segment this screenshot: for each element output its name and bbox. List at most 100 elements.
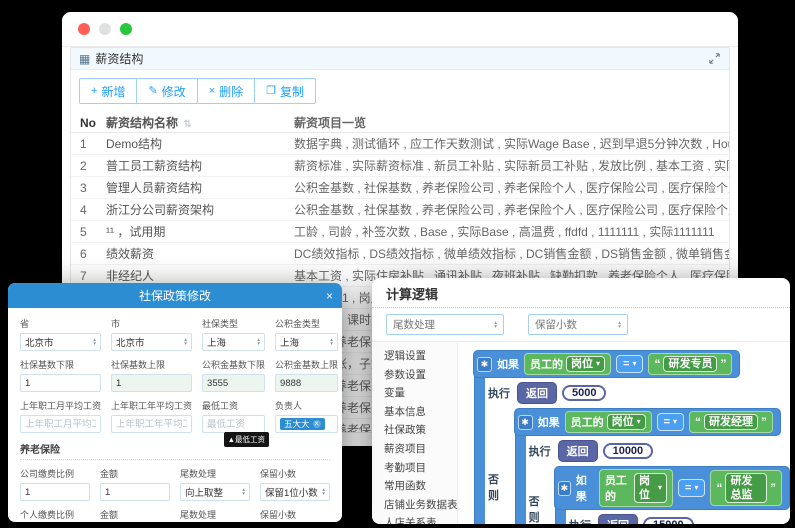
string-block[interactable]: “ 研发专员 ”	[648, 353, 732, 375]
select-value: 上海	[280, 335, 299, 349]
select-value: 上海	[207, 335, 226, 349]
input-社保基数上限[interactable]	[116, 378, 187, 389]
sidebar-item-考勤项目[interactable]: 考勤项目	[384, 459, 457, 478]
else-row: 否则 ✱ 如果 员工的 岗位 ▾ = ▾ “ 研发总监 ”	[529, 466, 790, 524]
blockly-canvas[interactable]: ✱ 如果 员工的 岗位 ▾ = ▾ “ 研发专员 ” 执行	[458, 342, 790, 524]
return-block[interactable]: 返回 10000	[558, 440, 654, 462]
employee-field-block[interactable]: 员工的 岗位 ▾	[565, 411, 652, 433]
form-cell: 社保基数下限	[20, 356, 101, 392]
close-window-button[interactable]	[78, 23, 90, 35]
input-社保基数下限[interactable]	[25, 378, 96, 389]
sort-icon[interactable]: ⇅	[183, 119, 191, 130]
sidebar-item-常用函数[interactable]: 常用函数	[384, 477, 457, 496]
panel-title: 薪资结构	[95, 50, 143, 67]
sidebar-item-变量[interactable]: 变量	[384, 384, 457, 403]
if-block[interactable]: ✱ 如果 员工的 岗位 ▾ = ▾ “ 研发经理 ” 执行	[515, 408, 790, 524]
field-label: 社保基数上限	[111, 358, 192, 371]
operator-block[interactable]: = ▾	[657, 413, 684, 431]
table-row[interactable]: 3 管理人员薪资结构 公积金基数 , 社保基数 , 养老保险公司 , 养老保险个…	[71, 177, 729, 199]
input-公司缴费比例[interactable]	[25, 487, 85, 498]
sidebar-item-基本信息[interactable]: 基本信息	[384, 403, 457, 422]
field-label: 省	[20, 317, 101, 330]
col-structure-name[interactable]: 薪资结构名称 ⇅	[106, 114, 294, 131]
select-公积金类型[interactable]: 上海▴▾	[275, 333, 338, 351]
input-上年职工年平均工资[interactable]	[116, 419, 187, 430]
row-no: 6	[71, 247, 106, 261]
table-row[interactable]: 1 Demo结构 数据字典 , 测试循环 , 应工作天数测试 , 实际Wage …	[71, 133, 729, 155]
operator-block[interactable]: = ▾	[678, 479, 705, 497]
operator-block[interactable]: = ▾	[616, 355, 643, 373]
return-value[interactable]: 10000	[603, 443, 654, 459]
string-field[interactable]: 研发总监	[725, 473, 767, 503]
tail-processing-select[interactable]: 尾数处理 ▴▾	[386, 314, 504, 335]
return-keyword: 返回	[558, 440, 598, 462]
modal-title: 社保政策修改	[139, 287, 211, 304]
sidebar-item-逻辑设置[interactable]: 逻辑设置	[384, 347, 457, 366]
close-icon: ×	[209, 86, 215, 97]
form-cell: 公积金基数下限	[202, 356, 265, 392]
employee-field-block[interactable]: 员工的 岗位 ▾	[524, 353, 611, 375]
if-block[interactable]: ✱ 如果 员工的 岗位 ▾ = ▾ “ 研发专员 ” 执行	[474, 350, 790, 524]
sidebar-item-店铺业务数据表[interactable]: 店铺业务数据表	[384, 496, 457, 515]
minimize-window-button[interactable]	[99, 23, 111, 35]
select-省[interactable]: 北京市▴▾	[20, 333, 101, 351]
table-row[interactable]: 2 普工员工薪资结构 薪资标准 , 实际薪资标准 , 新员工补贴 , 实际新员工…	[71, 155, 729, 177]
close-icon[interactable]: ×	[326, 283, 333, 308]
gear-icon[interactable]: ✱	[518, 415, 533, 430]
select-value: 向上取整	[185, 485, 223, 499]
select-社保类型[interactable]: 上海▴▾	[202, 333, 265, 351]
remove-tag-icon[interactable]: ×	[313, 420, 321, 428]
then-row: 执行 返回 10000	[529, 440, 790, 462]
sidebar-item-参数设置[interactable]: 参数设置	[384, 366, 457, 385]
return-value[interactable]: 15000	[643, 517, 694, 524]
return-value[interactable]: 5000	[562, 385, 606, 401]
input-公积金基数上限[interactable]	[280, 378, 333, 389]
select-保留小数[interactable]: 保留1位小数▴▾	[260, 483, 330, 501]
select-尾数处理[interactable]: 向上取整▴▾	[180, 483, 250, 501]
field-dropdown[interactable]: 岗位 ▾	[607, 414, 646, 430]
employee-field-block[interactable]: 员工的 岗位 ▾	[599, 469, 673, 507]
return-block[interactable]: 返回 15000	[598, 514, 694, 524]
field-label: 尾数处理	[180, 508, 250, 521]
if-block[interactable]: ✱ 如果 员工的 岗位 ▾ = ▾ “ 研发总监 ” 执行	[555, 466, 790, 524]
zoom-window-button[interactable]	[120, 23, 132, 35]
expand-icon[interactable]	[708, 52, 721, 65]
close-button[interactable]: × 删除	[197, 78, 255, 104]
return-block[interactable]: 返回 5000	[517, 382, 606, 404]
string-block[interactable]: “ 研发经理 ”	[689, 411, 773, 433]
policy-fields-grid: 省 北京市▴▾ 市 北京市▴▾ 社保类型 上海▴▾ 公积金类型 上海▴▾ 社保基…	[20, 315, 330, 438]
table-row[interactable]: 6 绩效薪资 DC绩效指标 , DS绩效指标 , 微单绩效指标 , DC销售金额…	[71, 243, 729, 265]
table-row[interactable]: 5 ¹¹ ，试用期 工龄 , 司龄 , 补签次数 , Base , 实际Base…	[71, 221, 729, 243]
field-label: 社保基数下限	[20, 358, 101, 371]
table-row[interactable]: 4 浙江分公司薪资架构 公积金基数 , 社保基数 , 养老保险公司 , 养老保险…	[71, 199, 729, 221]
string-field[interactable]: 研发经理	[704, 414, 758, 430]
chevron-down-icon: ▾	[658, 484, 662, 492]
subject-label: 员工的	[530, 356, 563, 372]
form-cell: 保留小数 保留1位小数▴▾	[260, 465, 330, 501]
field-dropdown[interactable]: 岗位 ▾	[566, 356, 605, 372]
keep-decimal-select[interactable]: 保留小数 ▴▾	[528, 314, 628, 335]
select-市[interactable]: 北京市▴▾	[111, 333, 192, 351]
gear-icon[interactable]: ✱	[477, 357, 492, 372]
string-block[interactable]: “ 研发总监 ”	[710, 470, 782, 506]
input-上年职工月平均工资[interactable]	[25, 419, 96, 430]
string-field[interactable]: 研发专员	[663, 356, 717, 372]
input-公积金基数下限[interactable]	[207, 378, 260, 389]
owner-field[interactable]: 五大大×	[275, 415, 338, 433]
field-dropdown[interactable]: 岗位 ▾	[634, 473, 667, 503]
input-金额[interactable]	[105, 487, 165, 498]
field-label: 个人缴费比例	[20, 508, 90, 521]
row-no: 2	[71, 159, 106, 173]
select-value: 保留1位小数	[265, 485, 318, 499]
edit-button[interactable]: ✎ 修改	[136, 78, 197, 104]
sidebar-item-人店关系表[interactable]: 人店关系表	[384, 514, 457, 524]
copy-button[interactable]: ❐ 复制	[254, 78, 316, 104]
row-structure-name: 浙江分公司薪资架构	[106, 201, 294, 218]
calc-logic-title: 计算逻辑	[372, 278, 790, 308]
sidebar-item-社保政策[interactable]: 社保政策	[384, 421, 457, 440]
form-cell: 省 北京市▴▾	[20, 315, 101, 351]
input-最低工资[interactable]	[207, 419, 260, 430]
sidebar-item-薪资项目[interactable]: 薪资项目	[384, 440, 457, 459]
gear-icon[interactable]: ✱	[558, 481, 571, 496]
plus-button[interactable]: + 新增	[79, 78, 137, 104]
